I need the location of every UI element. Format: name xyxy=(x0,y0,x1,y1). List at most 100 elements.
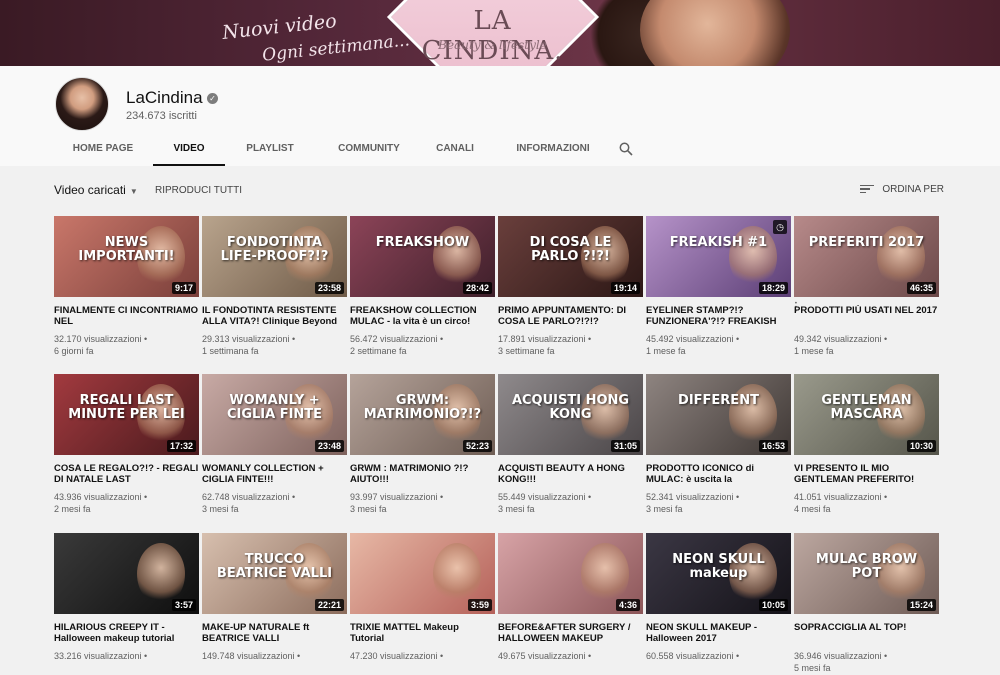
video-thumbnail[interactable]: NEWS IMPORTANTI! 9:17 xyxy=(54,216,199,297)
tab-playlist[interactable]: PLAYLIST xyxy=(229,134,311,166)
thumbnail-portrait xyxy=(581,543,629,605)
search-icon[interactable] xyxy=(615,134,637,166)
video-title[interactable]: COSA LE REGALO?!? - REGALI DI NATALE LAS… xyxy=(54,463,199,485)
video-thumbnail[interactable]: FONDOTINTA LIFE-PROOF?!? 23:58 xyxy=(202,216,347,297)
video-thumbnail[interactable]: GRWM: MATRIMONIO?!? 52:23 xyxy=(350,374,495,455)
video-duration: 16:53 xyxy=(758,440,788,452)
channel-name[interactable]: LaCindina xyxy=(126,88,203,108)
video-age: 5 mesi fa xyxy=(794,663,831,673)
video-title[interactable]: MAKE-UP NATURALE ft BEATRICE VALLI xyxy=(202,622,347,644)
channel-banner: LA CINDINA. Beauty & lifestyle Nuovi vid… xyxy=(0,0,1000,66)
video-views: 62.748 visualizzazioni • xyxy=(202,492,296,502)
video-thumbnail[interactable]: PREFERITI 2017 46:35 xyxy=(794,216,939,297)
video-title[interactable]: PRODOTTI PIÙ USATI NEL 2017 xyxy=(794,305,939,327)
video-title[interactable]: NEON SKULL MAKEUP - Halloween 2017 xyxy=(646,622,791,644)
video-thumbnail[interactable]: MULAC BROW POT 15:24 xyxy=(794,533,939,614)
video-title[interactable]: IL FONDOTINTA RESISTENTE ALLA VITA?! Cli… xyxy=(202,305,347,327)
video-card[interactable]: REGALI LAST MINUTE PER LEI 17:32 COSA LE R… xyxy=(54,374,199,516)
play-all-button[interactable]: RIPRODUCI TUTTI xyxy=(155,185,242,196)
video-title[interactable]: GRWM : MATRIMONIO ?!? AIUTO!!! xyxy=(350,463,495,485)
video-title[interactable]: PRODOTTO ICONICO di MULAC: è uscita la xyxy=(646,463,791,485)
video-views: 93.997 visualizzazioni • xyxy=(350,492,444,502)
tab-canali[interactable]: CANALI xyxy=(425,134,485,166)
video-thumbnail[interactable]: TRUCCO BEATRICE VALLI 22:21 xyxy=(202,533,347,614)
video-views: 60.558 visualizzazioni • xyxy=(646,651,740,661)
video-card[interactable]: NEWS IMPORTANTI! 9:17 FINALMENTE CI INCONT… xyxy=(54,216,199,358)
video-toolbar: Video caricati ▼ RIPRODUCI TUTTI ORDINA P… xyxy=(54,180,944,202)
video-card[interactable]: GENTLEMAN MASCARA 10:30 VI PRESENTO IL MIO… xyxy=(794,374,939,516)
video-title[interactable]: FREAKSHOW COLLECTION MULAC - la vita è u… xyxy=(350,305,495,327)
video-thumbnail[interactable]: ACQUISTI HONG KONG 31:05 xyxy=(498,374,643,455)
tab-video[interactable]: VIDEO xyxy=(153,134,225,166)
thumbnail-overlay-text: PREFERITI 2017 xyxy=(808,235,925,250)
video-duration: 15:24 xyxy=(906,599,936,611)
video-duration: 18:29 xyxy=(758,282,788,294)
video-card[interactable]: PREFERITI 2017 46:35 PRODOTTI PIÙ USATI NE… xyxy=(794,216,939,358)
video-age: 1 mese fa xyxy=(646,346,686,356)
video-card[interactable]: FREAKSHOW 28:42 FREAKSHOW COLLECTION MULAC… xyxy=(350,216,495,358)
video-views: 41.051 visualizzazioni • xyxy=(794,492,888,502)
order-by-button[interactable]: ORDINA PER xyxy=(860,184,944,195)
sort-dropdown-label: Video caricati xyxy=(54,183,126,197)
video-title[interactable]: SOPRACCIGLIA AL TOP! xyxy=(794,622,939,644)
video-title[interactable]: FINALMENTE CI INCONTRIAMO NEL xyxy=(54,305,199,327)
video-thumbnail[interactable]: FREAKSHOW 28:42 xyxy=(350,216,495,297)
video-card[interactable]: 4:36 BEFORE&AFTER SURGERY / HALLOWEEN MAK… xyxy=(498,533,643,662)
video-card[interactable]: FREAKISH #1 ◷ 18:29 EYELINER STAMP?!? FUNZI… xyxy=(646,216,797,358)
video-age: 3 settimane fa xyxy=(498,346,555,356)
channel-tabs: HOME PAGE VIDEO PLAYLIST COMMUNITY CANAL… xyxy=(55,134,637,166)
thumbnail-portrait xyxy=(433,543,481,605)
video-card[interactable]: TRUCCO BEATRICE VALLI 22:21 MAKE-UP NATURA… xyxy=(202,533,347,662)
sort-dropdown[interactable]: Video caricati ▼ xyxy=(54,183,138,197)
video-card[interactable]: WOMANLY + CIGLIA FINTE 23:48 WOMANLY COLLE… xyxy=(202,374,347,516)
video-title[interactable]: WOMANLY COLLECTION + CIGLIA FINTE!!! xyxy=(202,463,347,485)
video-thumbnail[interactable]: WOMANLY + CIGLIA FINTE 23:48 xyxy=(202,374,347,455)
video-thumbnail[interactable]: 3:57 xyxy=(54,533,199,614)
video-thumbnail[interactable]: GENTLEMAN MASCARA 10:30 xyxy=(794,374,939,455)
video-duration: 23:48 xyxy=(314,440,344,452)
video-duration: 10:05 xyxy=(758,599,788,611)
clock-icon[interactable]: ◷ xyxy=(773,220,787,234)
video-title[interactable]: BEFORE&AFTER SURGERY / HALLOWEEN MAKEUP xyxy=(498,622,643,644)
video-card[interactable]: DI COSA LE PARLO ?!?! 19:14 PRIMO APPUNTAM… xyxy=(498,216,643,358)
tab-informazioni[interactable]: INFORMAZIONI xyxy=(501,134,605,166)
video-title[interactable]: PRIMO APPUNTAMENTO: DI COSA LE PARLO?!?!… xyxy=(498,305,643,327)
video-thumbnail[interactable]: 3:59 xyxy=(350,533,495,614)
video-card[interactable]: 3:57 HILARIOUS CREEPY IT - Halloween make… xyxy=(54,533,199,662)
video-card[interactable]: 3:59 TRIXIE MATTEL Makeup Tutorial 47.230 … xyxy=(350,533,495,662)
video-views: 49.675 visualizzazioni • xyxy=(498,651,592,661)
video-card[interactable]: ACQUISTI HONG KONG 31:05 ACQUISTI BEAUTY A… xyxy=(498,374,643,516)
video-title[interactable]: TRIXIE MATTEL Makeup Tutorial xyxy=(350,622,495,644)
video-views: 55.449 visualizzazioni • xyxy=(498,492,592,502)
video-thumbnail[interactable]: DIFFERENT 16:53 xyxy=(646,374,791,455)
video-views: 36.946 visualizzazioni • xyxy=(794,651,888,661)
tab-community[interactable]: COMMUNITY xyxy=(315,134,423,166)
video-card[interactable]: GRWM: MATRIMONIO?!? 52:23 GRWM : MATRIMONI… xyxy=(350,374,495,516)
video-views: 52.341 visualizzazioni • xyxy=(646,492,740,502)
video-title[interactable]: VI PRESENTO IL MIO GENTLEMAN PREFERITO! xyxy=(794,463,939,485)
video-title[interactable]: HILARIOUS CREEPY IT - Halloween makeup t… xyxy=(54,622,199,644)
video-views: 17.891 visualizzazioni • xyxy=(498,334,592,344)
video-thumbnail[interactable]: NEON SKULL makeup 10:05 xyxy=(646,533,791,614)
video-title[interactable]: ACQUISTI BEAUTY A HONG KONG!!! xyxy=(498,463,643,485)
video-views: 56.472 visualizzazioni • xyxy=(350,334,444,344)
thumbnail-overlay-text: FREAKISH #1 xyxy=(669,235,768,250)
tab-home[interactable]: HOME PAGE xyxy=(55,134,151,166)
video-age: 1 mese fa xyxy=(794,346,834,356)
video-title[interactable]: EYELINER STAMP?!? FUNZIONERA'?!? FREAKIS… xyxy=(646,305,791,327)
video-card[interactable]: MULAC BROW POT 15:24 SOPRACCIGLIA AL TOP! 3… xyxy=(794,533,939,675)
video-thumbnail[interactable]: REGALI LAST MINUTE PER LEI 17:32 xyxy=(54,374,199,455)
banner-portrait xyxy=(640,0,790,66)
video-card[interactable]: FONDOTINTA LIFE-PROOF?!? 23:58 IL FONDOTIN… xyxy=(202,216,347,358)
thumbnail-overlay-text: NEON SKULL makeup xyxy=(672,552,765,581)
video-card[interactable]: NEON SKULL makeup 10:05 NEON SKULL MAKEUP … xyxy=(646,533,791,662)
check-circle-icon: ✓ xyxy=(207,93,218,104)
video-thumbnail[interactable]: DI COSA LE PARLO ?!?! 19:14 xyxy=(498,216,643,297)
channel-avatar[interactable] xyxy=(55,77,109,131)
video-duration: 23:58 xyxy=(314,282,344,294)
video-card[interactable]: DIFFERENT 16:53 PRODOTTO ICONICO di MULAC:… xyxy=(646,374,791,516)
video-thumbnail[interactable]: 4:36 xyxy=(498,533,643,614)
video-views: 149.748 visualizzazioni • xyxy=(202,651,301,661)
video-thumbnail[interactable]: FREAKISH #1 ◷ 18:29 xyxy=(646,216,791,297)
video-duration: 31:05 xyxy=(610,440,640,452)
